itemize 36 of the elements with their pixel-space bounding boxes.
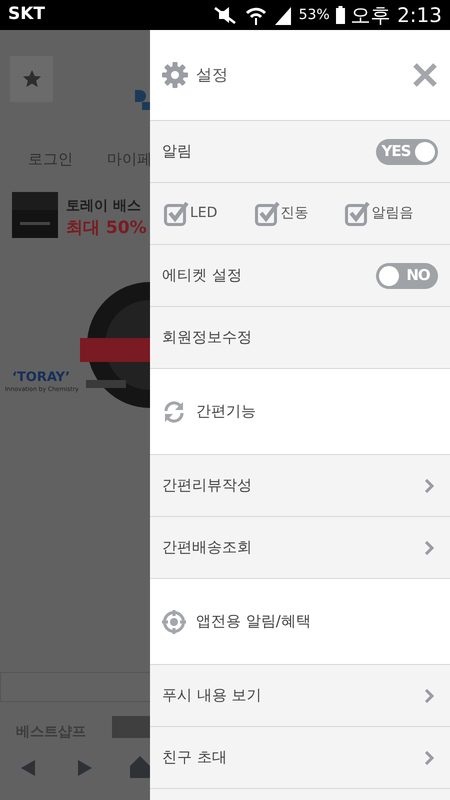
checkbox-icon	[345, 202, 372, 226]
back-icon	[21, 760, 35, 776]
battery-percent: 53%	[298, 6, 330, 24]
tab-background	[112, 716, 150, 738]
setting-label: 에티켓 설정	[162, 265, 242, 286]
section-title: 앱전용 알림/혜택	[196, 611, 311, 632]
refresh-icon	[162, 400, 186, 424]
brand-name: ‘TORAY’	[12, 369, 70, 386]
forward-icon	[78, 760, 92, 776]
banner-title: 토레이 배스	[66, 197, 141, 216]
checkbox[interactable]: 알림음	[345, 202, 436, 226]
checkbox-icon	[254, 202, 281, 226]
chevron-right-icon	[424, 750, 434, 764]
banner-subtitle: 최대 50%	[66, 217, 147, 240]
clock: 오후 2:13	[350, 2, 442, 29]
star-icon	[22, 69, 42, 89]
battery-icon	[336, 6, 345, 24]
menu-item[interactable]: 친구 초대	[150, 726, 450, 788]
drawer-title: 설정	[196, 64, 228, 86]
signal-icon	[272, 5, 293, 25]
crosshair-icon	[162, 610, 186, 634]
menu-item[interactable]: 간편리뷰작성	[150, 454, 450, 516]
carrier-name: SKT	[8, 3, 46, 26]
chevron-right-icon	[424, 688, 434, 702]
wifi-icon	[244, 5, 267, 25]
chevron-right-icon	[424, 478, 434, 492]
checkbox[interactable]: 진동	[254, 202, 346, 226]
close-icon[interactable]	[412, 62, 438, 88]
checkbox[interactable]: LED	[164, 202, 255, 226]
bookmark-button[interactable]	[10, 56, 53, 102]
chevron-right-icon	[424, 540, 434, 554]
menu-item[interactable]: 푸시 내용 보기	[150, 664, 450, 726]
input-field[interactable]	[0, 672, 150, 702]
setting-label: 알림	[162, 141, 192, 162]
checkbox-icon	[164, 202, 190, 226]
section-title: 간편기능	[196, 401, 256, 422]
